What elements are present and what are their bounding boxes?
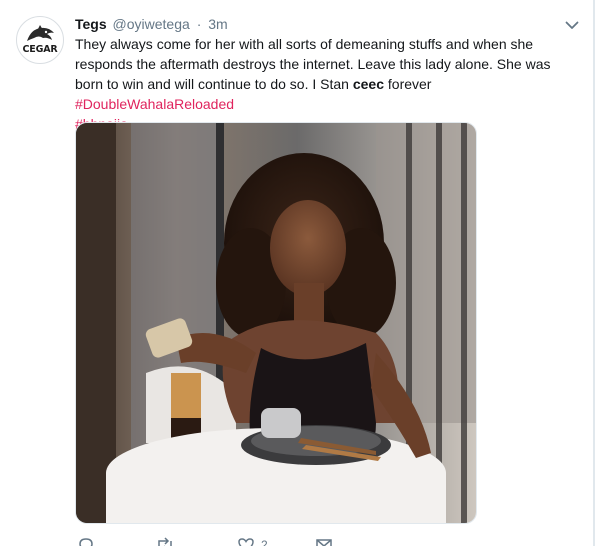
tweet-photo[interactable] (75, 122, 477, 524)
heart-icon (238, 538, 254, 546)
reply-icon (79, 538, 93, 546)
more-options-button[interactable] (560, 14, 584, 36)
avatar[interactable]: CEGAR (16, 16, 64, 64)
panther-logo-icon (27, 25, 54, 41)
timestamp[interactable]: 3m (208, 16, 227, 32)
retweet-button[interactable] (155, 536, 175, 546)
tweet-header: Tegs @oyiwetega · 3m (75, 14, 228, 34)
separator-dot: · (196, 16, 202, 32)
envelope-icon (316, 539, 332, 546)
bold-mention: ceec (352, 76, 384, 92)
like-button[interactable]: 2 (237, 536, 268, 546)
tweet-card[interactable]: CEGAR Tegs @oyiwetega · 3m They always c… (0, 0, 595, 546)
like-count: 2 (261, 538, 268, 546)
hashtag-link-doublewahala[interactable]: #DoubleWahalaReloaded (75, 96, 234, 112)
author-name[interactable]: Tegs (75, 16, 107, 32)
tweet-text: They always come for her with all sorts … (75, 34, 575, 134)
author-handle[interactable]: @oyiwetega (113, 16, 190, 32)
direct-message-button[interactable] (315, 536, 333, 546)
tweet-text-body: They always come for her with all sorts … (75, 36, 551, 92)
retweet-icon (158, 537, 172, 546)
photo-image (76, 123, 476, 523)
tweet-action-bar: 2 (75, 536, 435, 546)
tweet-text-tail: forever (384, 76, 432, 92)
reply-button[interactable] (77, 536, 95, 546)
avatar-label: CEGAR (22, 44, 58, 55)
chevron-down-icon (565, 21, 579, 29)
